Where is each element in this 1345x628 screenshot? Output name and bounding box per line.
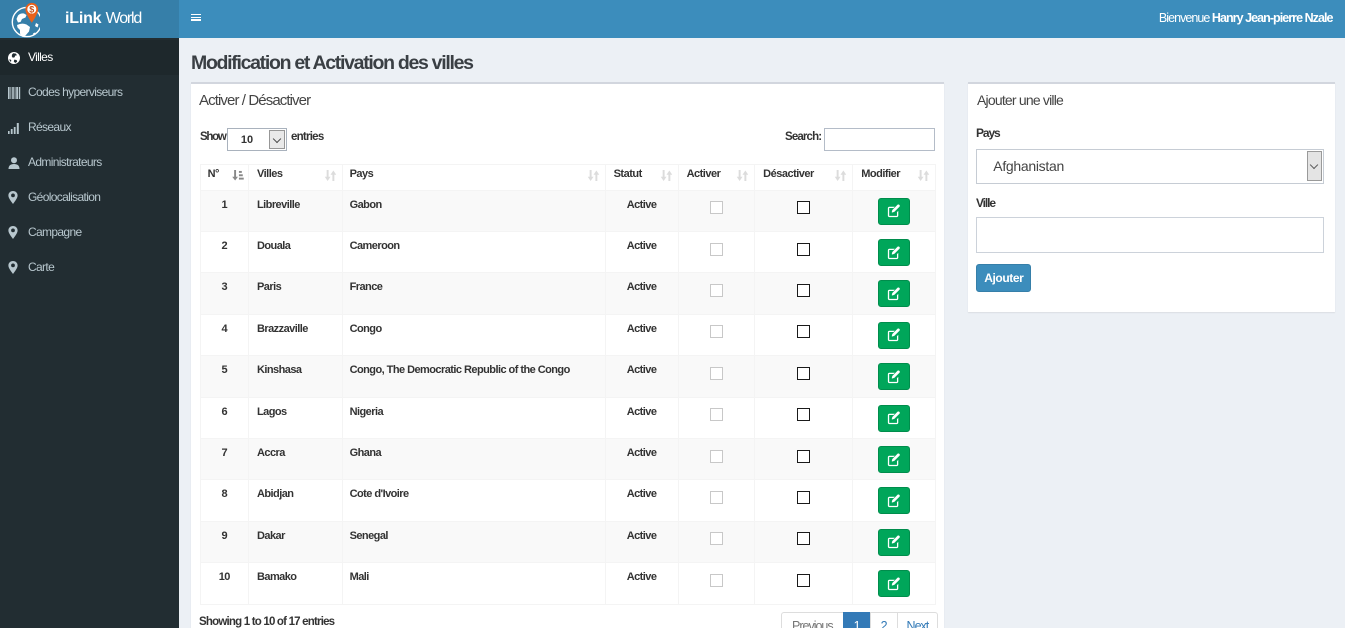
svg-text:$: $ xyxy=(29,4,34,14)
